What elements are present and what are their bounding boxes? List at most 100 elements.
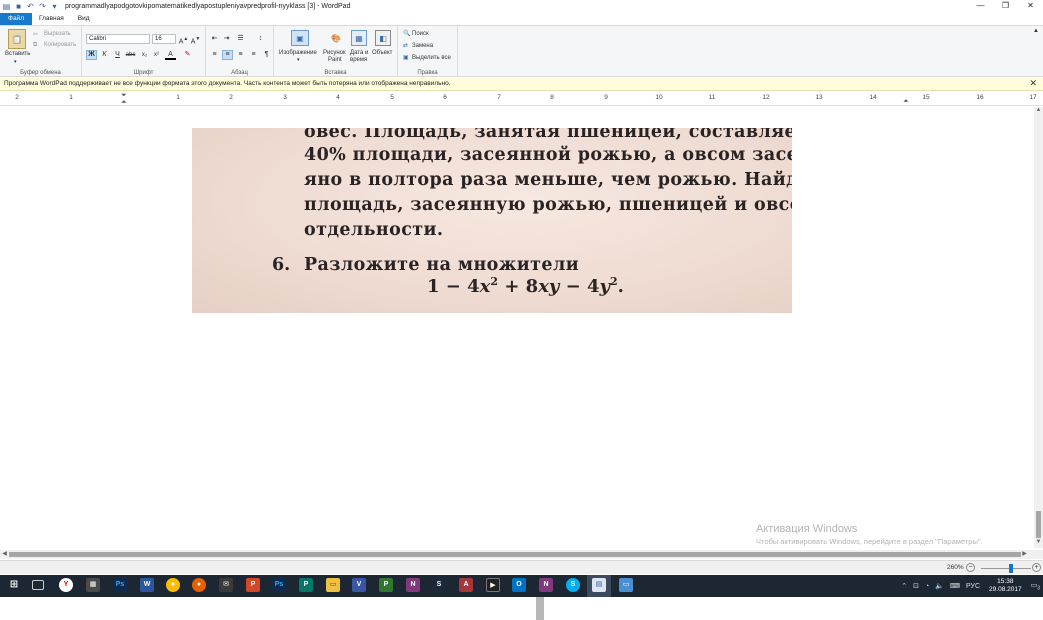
cut-icon[interactable]: ✂ xyxy=(33,31,38,38)
horizontal-scrollbar[interactable]: ◀ ▶ xyxy=(0,550,1043,559)
start-icon[interactable]: ⊞ xyxy=(7,578,21,592)
paste-dropdown-icon[interactable]: ▾ xyxy=(14,59,17,65)
visio-icon[interactable]: V xyxy=(352,578,366,592)
word-icon[interactable]: W xyxy=(140,578,154,592)
wifi-icon[interactable]: ◔ xyxy=(925,583,929,590)
document-area[interactable]: овес. Площадь, занятая пшеницей, составл… xyxy=(0,107,1034,548)
ribbon-collapse-icon[interactable]: ▲ xyxy=(1033,28,1039,34)
paste-icon[interactable]: 📋 xyxy=(8,29,26,49)
select-all-button[interactable]: Выделить все xyxy=(412,55,451,61)
undo-icon[interactable]: ↶ xyxy=(26,2,35,11)
zoom-out-icon[interactable]: − xyxy=(966,563,975,572)
scroll-left-icon[interactable]: ◀ xyxy=(0,550,9,559)
redo-icon[interactable]: ↷ xyxy=(38,2,47,11)
app-icon[interactable]: ▤ xyxy=(2,2,11,11)
paste-button[interactable]: Вставить xyxy=(5,51,30,57)
hanging-indent-icon[interactable]: ⏶ xyxy=(121,99,127,107)
subscript-button[interactable]: x₂ xyxy=(139,50,150,60)
volume-icon[interactable]: 🔈 xyxy=(935,582,944,590)
align-right-icon[interactable]: ≡ xyxy=(235,50,246,60)
datetime-button[interactable]: Дата и xyxy=(350,50,368,56)
photoshop-icon[interactable]: Ps xyxy=(113,578,127,592)
align-center-icon[interactable]: ≡ xyxy=(222,50,233,60)
ruler[interactable]: 2 1 1 2 3 4 5 6 7 8 9 10 11 12 13 14 15 … xyxy=(0,92,1043,106)
strikethrough-button[interactable]: abc xyxy=(125,50,136,60)
font-family-select[interactable]: Calibri xyxy=(86,34,150,44)
font-color-icon[interactable]: A xyxy=(165,50,176,60)
network-icon[interactable]: ⊡ xyxy=(913,582,919,590)
highlight-icon[interactable]: ✎ xyxy=(182,50,193,60)
firefox-icon[interactable]: ● xyxy=(192,578,206,592)
image-icon[interactable]: ▣ xyxy=(291,30,309,46)
media-icon[interactable]: ▶ xyxy=(486,578,500,592)
select-all-icon[interactable]: ▣ xyxy=(403,54,409,61)
replace-icon[interactable]: ⇄ xyxy=(403,42,408,49)
replace-button[interactable]: Замена xyxy=(412,43,433,49)
paragraph-settings-icon[interactable]: ¶ xyxy=(261,50,272,60)
minimize-button[interactable]: — xyxy=(968,0,993,12)
calendar-icon[interactable]: ▦ xyxy=(351,30,367,46)
underline-button[interactable]: Ч xyxy=(112,50,123,60)
tab-file[interactable]: Файл xyxy=(0,13,32,25)
tab-home[interactable]: Главная xyxy=(32,13,71,25)
tab-view[interactable]: Вид xyxy=(71,13,97,25)
image-button[interactable]: Изображение xyxy=(279,50,317,56)
customize-icon[interactable]: ▾ xyxy=(50,2,59,11)
powerpoint-icon[interactable]: P xyxy=(246,578,260,592)
onenote-icon[interactable]: N xyxy=(406,578,420,592)
steam-icon[interactable]: S xyxy=(432,578,446,592)
onenote-icon-2[interactable]: N xyxy=(539,578,553,592)
increase-indent-icon[interactable]: ⇥ xyxy=(221,34,232,44)
horizontal-scroll-thumb[interactable] xyxy=(9,552,1021,557)
bold-button[interactable]: Ж xyxy=(86,50,97,60)
line-spacing-icon[interactable]: ↕ xyxy=(255,34,266,44)
paint-icon[interactable]: 🎨 xyxy=(327,30,345,46)
font-size-select[interactable]: 16 xyxy=(152,34,176,44)
find-icon[interactable]: 🔍 xyxy=(403,30,410,37)
photoshop-icon-2[interactable]: Ps xyxy=(272,578,286,592)
find-button[interactable]: Поиск xyxy=(412,31,429,37)
access-icon[interactable]: A xyxy=(459,578,473,592)
zoom-in-icon[interactable]: + xyxy=(1032,563,1041,572)
close-button[interactable]: ✕ xyxy=(1018,0,1043,12)
align-left-icon[interactable]: ≡ xyxy=(209,50,220,60)
outlook-icon[interactable]: O xyxy=(512,578,526,592)
project-icon[interactable]: P xyxy=(379,578,393,592)
zoom-slider[interactable] xyxy=(981,568,1031,569)
vertical-scroll-thumb[interactable] xyxy=(1036,511,1041,538)
shrink-font-icon[interactable]: A▼ xyxy=(190,34,201,45)
infobar-close-icon[interactable]: ✕ xyxy=(1029,78,1037,89)
cut-button[interactable]: Вырезать xyxy=(44,31,71,37)
image-dropdown-icon[interactable]: ▾ xyxy=(297,57,300,63)
vertical-scrollbar[interactable]: ▲ ▼ xyxy=(1034,107,1043,548)
scroll-up-icon[interactable]: ▲ xyxy=(1034,107,1043,116)
action-center-icon[interactable]: ▭3 xyxy=(1031,581,1040,591)
clock[interactable]: 15:38 29.08.2017 xyxy=(989,578,1022,594)
object-button[interactable]: Объект xyxy=(372,50,392,56)
publisher-icon[interactable]: P xyxy=(299,578,313,592)
copy-icon[interactable]: ⧉ xyxy=(33,42,37,49)
file-explorer-icon[interactable]: ▭ xyxy=(326,578,340,592)
grow-font-icon[interactable]: A▲ xyxy=(178,34,189,45)
restore-button[interactable]: ❐ xyxy=(993,0,1018,12)
object-icon[interactable]: ◧ xyxy=(375,30,391,46)
keyboard-icon[interactable]: ⌨ xyxy=(950,582,960,590)
decrease-indent-icon[interactable]: ⇤ xyxy=(209,34,220,44)
save-icon[interactable]: ■ xyxy=(14,2,23,11)
mail-icon[interactable]: ✉ xyxy=(219,578,233,592)
italic-button[interactable]: К xyxy=(99,50,110,60)
zoom-slider-thumb[interactable] xyxy=(1009,564,1013,573)
justify-icon[interactable]: ≡ xyxy=(248,50,259,60)
chrome-icon[interactable]: ● xyxy=(166,578,180,592)
wordpad-icon[interactable]: ▤ xyxy=(592,578,606,592)
paint-drawing-button[interactable]: Рисунок xyxy=(323,50,346,56)
tray-overflow-icon[interactable]: ⌃ xyxy=(901,582,907,590)
bullets-icon[interactable]: ☰ xyxy=(235,34,246,44)
remote-desktop-icon[interactable]: ▭ xyxy=(619,578,633,592)
superscript-button[interactable]: x² xyxy=(151,50,162,60)
language-indicator[interactable]: РУС xyxy=(966,583,980,590)
right-indent-icon[interactable]: ⏶ xyxy=(903,98,909,106)
task-view-icon[interactable] xyxy=(32,580,44,590)
skype-icon[interactable]: S xyxy=(566,578,580,592)
scroll-down-icon[interactable]: ▼ xyxy=(1034,539,1043,548)
